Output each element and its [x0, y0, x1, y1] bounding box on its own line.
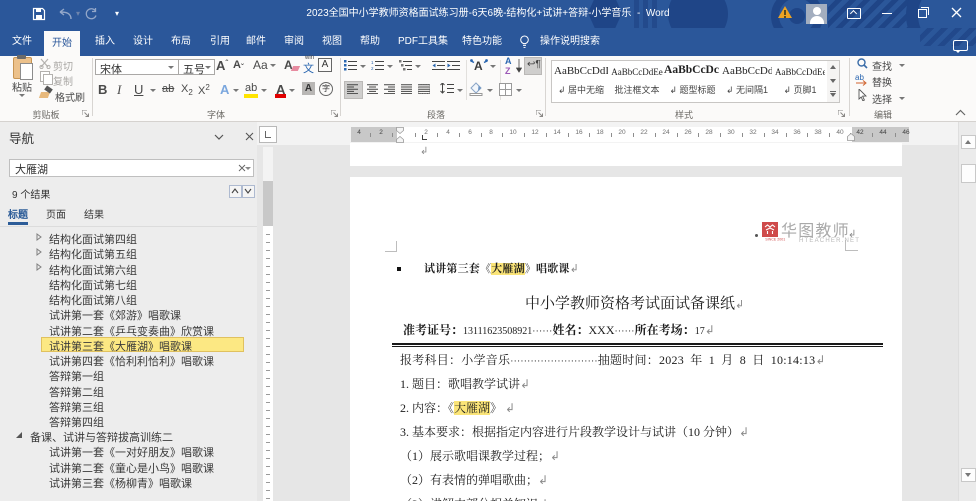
svg-text:1: 1 [371, 60, 374, 65]
svg-text:2: 2 [371, 66, 374, 71]
svg-text:A: A [474, 59, 483, 72]
